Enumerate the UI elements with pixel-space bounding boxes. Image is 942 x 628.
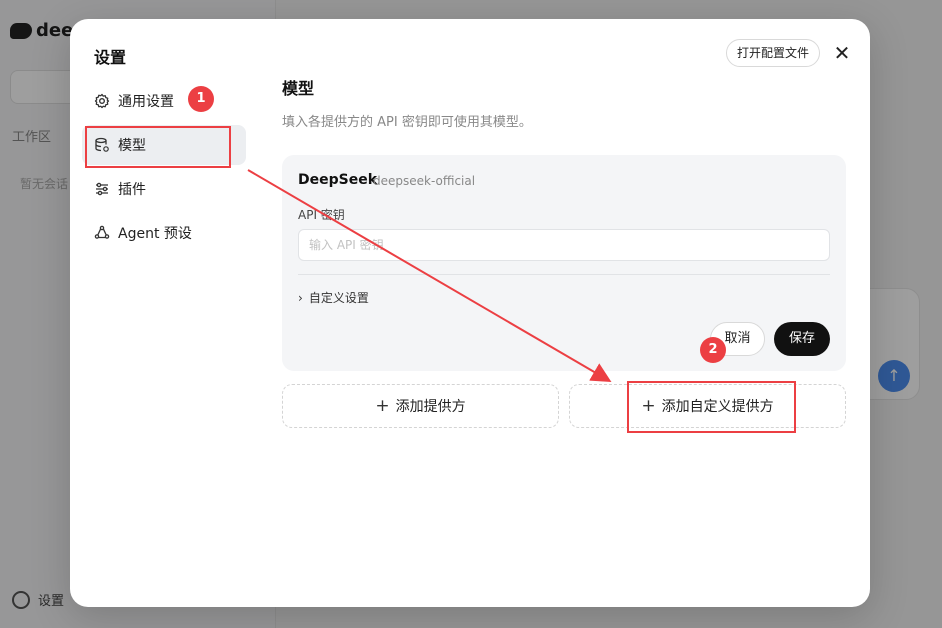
settings-nav: 通用设置 模型 插件 Agent 预设 (82, 81, 246, 257)
open-config-file-button[interactable]: 打开配置文件 (726, 39, 821, 67)
modal-title: 设置 (94, 48, 127, 67)
annotation-badge-2: 2 (700, 337, 726, 363)
plus-icon: + (375, 396, 390, 416)
save-button[interactable]: 保存 (774, 322, 830, 356)
agent-icon (94, 225, 110, 241)
nav-item-general[interactable]: 通用设置 (82, 81, 246, 121)
annotation-box-add-custom (627, 381, 796, 433)
add-provider-label: 添加提供方 (395, 399, 466, 415)
custom-settings-label: 自定义设置 (308, 291, 369, 305)
api-key-input[interactable] (298, 229, 830, 261)
sliders-icon (94, 181, 110, 197)
chevron-right-icon: › (298, 290, 303, 305)
provider-card-deepseek: DeepSeek deepseek-official API 密钥 › 自定义设… (282, 155, 846, 371)
custom-settings-toggle[interactable]: › 自定义设置 (298, 289, 369, 306)
nav-item-plugins[interactable]: 插件 (82, 169, 246, 209)
api-key-label: API 密钥 (298, 208, 345, 222)
nav-item-plugins-label: 插件 (118, 182, 146, 198)
close-button[interactable]: ✕ (830, 41, 854, 65)
close-icon: ✕ (833, 41, 851, 65)
nav-item-general-label: 通用设置 (118, 94, 174, 110)
add-provider-button[interactable]: + 添加提供方 (282, 384, 559, 428)
gear-icon (94, 93, 110, 109)
section-title: 模型 (282, 79, 315, 98)
divider (298, 274, 830, 275)
provider-name: DeepSeek (298, 172, 378, 188)
nav-item-agent-presets-label: Agent 预设 (118, 226, 192, 242)
provider-id: deepseek-official (373, 174, 476, 188)
section-description: 填入各提供方的 API 密钥即可使用其模型。 (282, 115, 532, 130)
annotation-badge-1: 1 (188, 86, 214, 112)
nav-item-agent-presets[interactable]: Agent 预设 (82, 213, 246, 253)
annotation-box-models (85, 126, 231, 168)
